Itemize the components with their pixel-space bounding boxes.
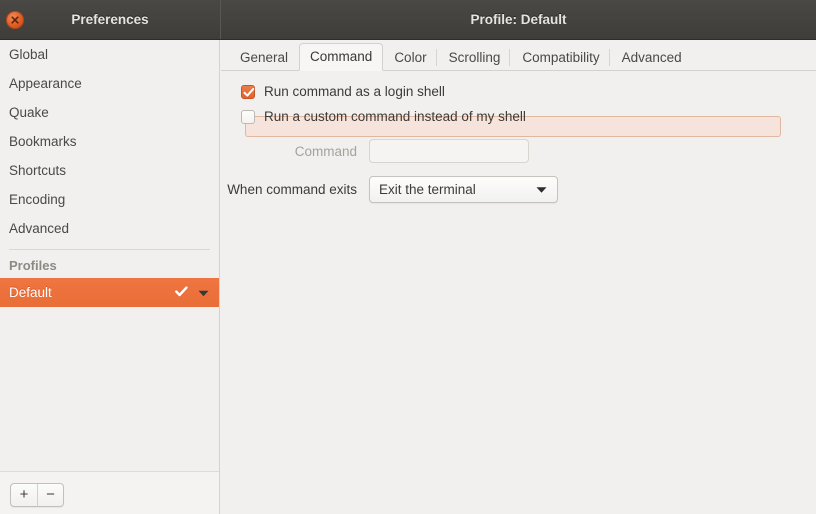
tab-label: Color: [394, 50, 427, 65]
sidebar-item-encoding[interactable]: Encoding: [0, 185, 219, 214]
tab-label: Command: [310, 49, 373, 64]
sidebar-section-profiles: Profiles: [9, 258, 57, 273]
custom-command-row[interactable]: Run a custom command instead of my shell: [241, 109, 526, 124]
sidebar-item-appearance[interactable]: Appearance: [0, 69, 219, 98]
sidebar-item-advanced[interactable]: Advanced: [0, 214, 219, 243]
titlebar-right-section: Profile: Default: [221, 0, 816, 39]
sidebar-item-label: Shortcuts: [9, 163, 67, 178]
preferences-window: Preferences Profile: Default Global Appe…: [0, 0, 816, 514]
check-icon: [175, 278, 188, 307]
sidebar-nav-list: Global Appearance Quake Bookmarks Shortc…: [0, 40, 219, 470]
tab-compatibility[interactable]: Compatibility: [511, 44, 610, 71]
tab-label: Compatibility: [522, 50, 600, 65]
tab-bar: General Command Color Scrolling Compatib…: [221, 40, 816, 71]
sidebar-item-quake[interactable]: Quake: [0, 98, 219, 127]
preferences-title: Preferences: [71, 12, 149, 27]
command-field-label: Command: [294, 143, 357, 159]
login-shell-label: Run command as a login shell: [264, 84, 445, 99]
sidebar-item-label: Global: [9, 47, 49, 62]
sidebar-item-label: Advanced: [9, 221, 70, 236]
chevron-down-icon[interactable]: [198, 278, 209, 307]
tab-advanced[interactable]: Advanced: [611, 44, 693, 71]
chevron-down-icon: [536, 186, 547, 193]
command-field-row: Command: [221, 139, 781, 163]
profile-row-icons: [175, 278, 209, 307]
sidebar-item-label: Default: [9, 285, 52, 300]
when-command-exits-row: When command exits Exit the terminal: [221, 176, 781, 203]
sidebar-divider: [9, 249, 210, 250]
remove-profile-button[interactable]: −: [37, 484, 63, 506]
tab-color[interactable]: Color: [383, 44, 437, 71]
sidebar-item-label: Encoding: [9, 192, 66, 207]
login-shell-row[interactable]: Run command as a login shell: [241, 84, 445, 99]
sidebar-item-label: Bookmarks: [9, 134, 77, 149]
when-command-exits-dropdown[interactable]: Exit the terminal: [369, 176, 558, 203]
profile-actions-group: + −: [10, 483, 64, 507]
sidebar-item-global[interactable]: Global: [0, 40, 219, 69]
command-input[interactable]: [369, 139, 529, 163]
sidebar-toolbar: + −: [0, 472, 219, 514]
login-shell-checkbox[interactable]: [241, 84, 255, 99]
sidebar: Global Appearance Quake Bookmarks Shortc…: [0, 40, 220, 514]
tab-label: General: [240, 50, 289, 65]
titlebar-left-section: Preferences: [0, 0, 220, 39]
sidebar-item-label: Appearance: [9, 76, 82, 91]
sidebar-item-label: Quake: [9, 105, 49, 120]
custom-command-label: Run a custom command instead of my shell: [264, 109, 526, 124]
sidebar-item-bookmarks[interactable]: Bookmarks: [0, 127, 219, 156]
sidebar-item-shortcuts[interactable]: Shortcuts: [0, 156, 219, 185]
tab-scrolling[interactable]: Scrolling: [438, 44, 512, 71]
command-tab-panel: Run command as a login shell Run a custo…: [221, 71, 816, 514]
when-command-exits-value: Exit the terminal: [379, 182, 476, 197]
custom-command-checkbox[interactable]: [241, 109, 255, 124]
titlebar: Preferences Profile: Default: [0, 0, 816, 40]
profile-title: Profile: Default: [470, 12, 567, 27]
tab-general[interactable]: General: [229, 44, 299, 71]
tab-label: Scrolling: [448, 50, 501, 65]
tab-command[interactable]: Command: [299, 43, 384, 71]
when-command-exits-label: When command exits: [227, 182, 357, 197]
sidebar-item-profile-default[interactable]: Default: [0, 278, 219, 307]
content-area: General Command Color Scrolling Compatib…: [221, 40, 816, 514]
add-profile-button[interactable]: +: [11, 484, 37, 506]
tab-label: Advanced: [621, 50, 682, 65]
